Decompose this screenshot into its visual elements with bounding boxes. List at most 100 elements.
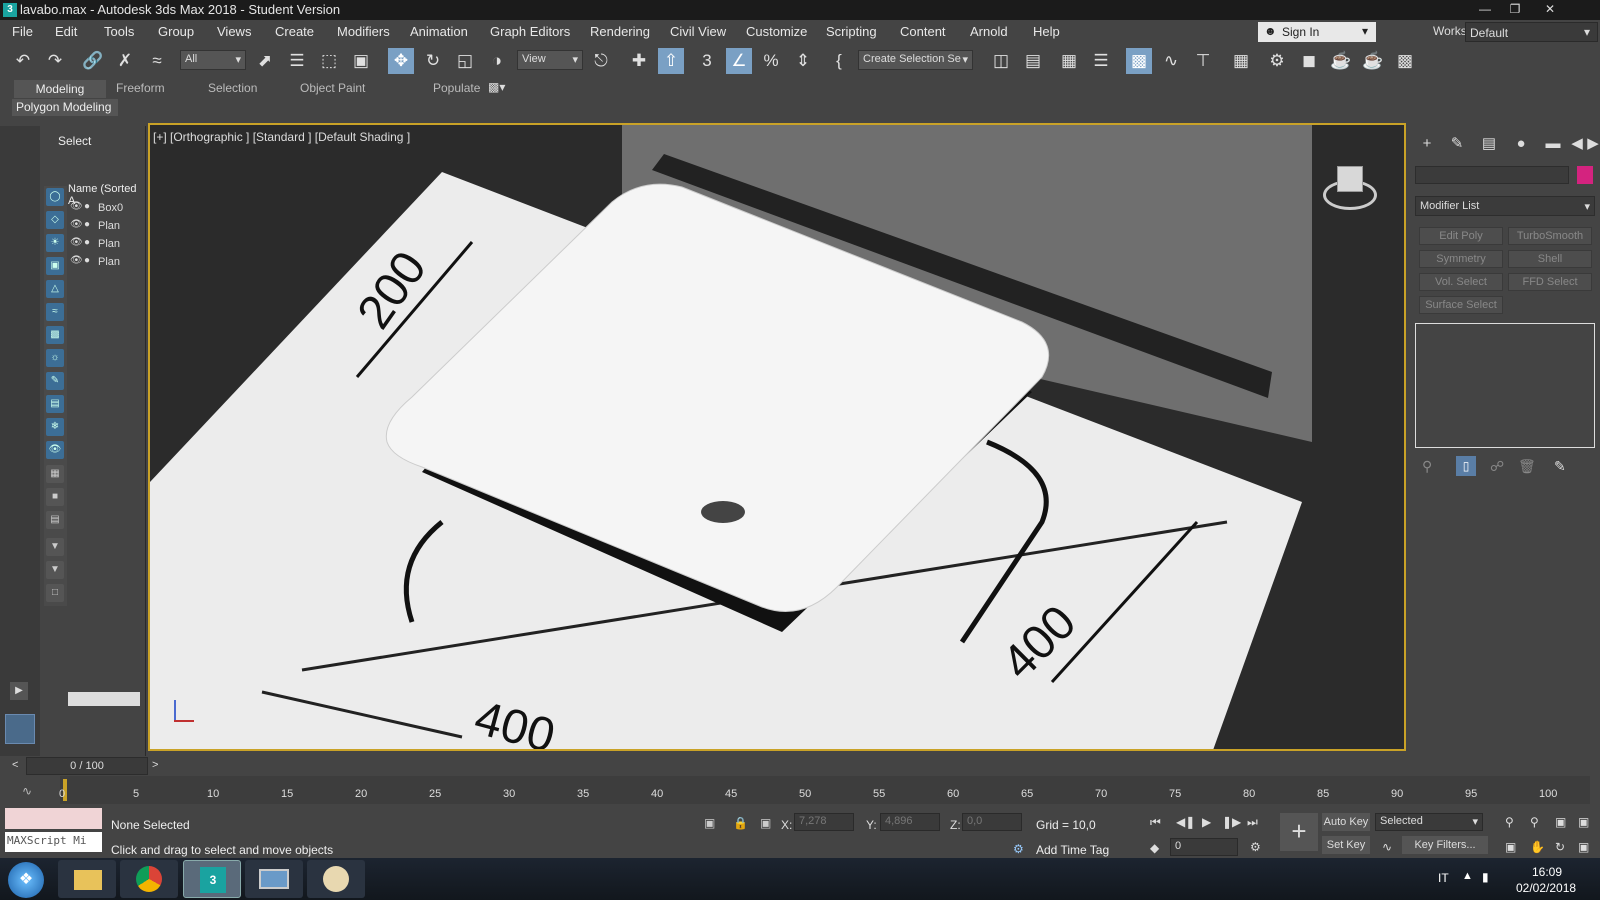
- viewport-label[interactable]: [+] [Orthographic ] [Standard ] [Default…: [153, 130, 410, 144]
- tab-object-paint[interactable]: Object Paint: [300, 81, 365, 99]
- schematic-view-icon[interactable]: ⊤: [1190, 48, 1216, 74]
- angle-snap-icon[interactable]: ∠: [726, 48, 752, 74]
- menu-views[interactable]: Views: [217, 24, 251, 39]
- display-tab-icon[interactable]: ▬: [1542, 133, 1564, 155]
- make-unique-icon[interactable]: ☍: [1490, 458, 1504, 475]
- scroll-right-icon[interactable]: ▶: [1582, 133, 1600, 155]
- menu-help[interactable]: Help: [1033, 24, 1060, 39]
- modifier-stack[interactable]: [1415, 323, 1595, 448]
- surface-select-button[interactable]: Surface Select: [1419, 296, 1503, 314]
- cameras-filter-icon[interactable]: ▣: [46, 257, 64, 275]
- restore-button[interactable]: ❐: [1500, 0, 1530, 18]
- modify-tab-icon[interactable]: ✎: [1446, 133, 1468, 155]
- window-crossing-icon[interactable]: ▣: [348, 48, 374, 74]
- tab-selection[interactable]: Selection: [208, 81, 257, 99]
- horizontal-scrollbar[interactable]: [68, 692, 140, 706]
- isolate-selection-icon[interactable]: ▣: [704, 816, 715, 830]
- y-coordinate-field[interactable]: 4,896: [880, 813, 940, 831]
- menu-graph-editors[interactable]: Graph Editors: [490, 24, 570, 39]
- configure-modifier-sets-icon[interactable]: ✎: [1554, 458, 1566, 475]
- close-button[interactable]: ✕: [1530, 0, 1570, 18]
- maxscript-listener-output[interactable]: [5, 808, 102, 829]
- eye-icon[interactable]: 👁: [70, 219, 83, 230]
- zoom-icon[interactable]: ⚲: [1505, 815, 1514, 829]
- menu-animation[interactable]: Animation: [410, 24, 468, 39]
- bind-space-warp-icon[interactable]: ≈: [144, 48, 170, 74]
- edit-poly-button[interactable]: Edit Poly: [1419, 227, 1503, 245]
- set-keys-icon[interactable]: +: [1280, 813, 1318, 851]
- file-explorer-icon[interactable]: [58, 860, 116, 898]
- chrome-icon[interactable]: [120, 860, 178, 898]
- menu-scripting[interactable]: Scripting: [826, 24, 877, 39]
- lock-selection-icon[interactable]: 🔒: [733, 816, 748, 830]
- object-color-swatch[interactable]: [1577, 166, 1593, 184]
- remove-modifier-icon[interactable]: 🗑: [1518, 458, 1536, 475]
- keyboard-shortcut-override-icon[interactable]: ⇧: [658, 48, 684, 74]
- invert-display-icon[interactable]: ▤: [46, 511, 64, 529]
- render-iterative-icon[interactable]: ☕: [1360, 48, 1386, 74]
- reference-coordinate-dropdown[interactable]: View ▾: [517, 50, 583, 70]
- clock-date[interactable]: 02/02/2018: [1516, 881, 1576, 895]
- viewcube-icon[interactable]: [1315, 160, 1385, 220]
- time-tag-icon[interactable]: ⚙: [1013, 842, 1024, 856]
- selection-filter-dropdown[interactable]: All ▾: [180, 50, 246, 70]
- start-button[interactable]: ❖: [8, 862, 44, 898]
- tab-freeform[interactable]: Freeform: [116, 81, 165, 99]
- pivot-center-icon[interactable]: ⎋: [588, 48, 614, 74]
- layer-manager-icon[interactable]: ☰: [1088, 48, 1114, 74]
- mini-curve-editor-icon[interactable]: ∿: [22, 784, 32, 798]
- go-to-end-icon[interactable]: ⏭: [1247, 815, 1258, 830]
- menu-edit[interactable]: Edit: [55, 24, 77, 39]
- menu-content[interactable]: Content: [900, 24, 946, 39]
- pin-stack-icon[interactable]: ⚲: [1422, 458, 1432, 475]
- select-by-name-icon[interactable]: ☰: [284, 48, 310, 74]
- pan-icon[interactable]: ✋: [1530, 840, 1545, 854]
- list-item[interactable]: 👁 ● Box0: [68, 199, 140, 217]
- named-selection-dropdown[interactable]: Create Selection Se ▾: [858, 50, 973, 70]
- vol-select-button[interactable]: Vol. Select: [1419, 273, 1503, 291]
- set-key-button[interactable]: Set Key: [1322, 836, 1370, 854]
- play-icon[interactable]: ▶: [1202, 815, 1211, 829]
- menu-rendering[interactable]: Rendering: [590, 24, 650, 39]
- unlink-icon[interactable]: ✗: [112, 48, 138, 74]
- ribbon-options-icon[interactable]: ▩▾: [488, 80, 505, 98]
- lights-filter-icon[interactable]: ☀: [46, 234, 64, 252]
- select-manipulate-icon[interactable]: ✚: [626, 48, 652, 74]
- mirror-icon[interactable]: ◫: [988, 48, 1014, 74]
- menu-file[interactable]: File: [12, 24, 33, 39]
- filter-toggle-icon[interactable]: ▼: [46, 561, 64, 579]
- list-item[interactable]: 👁 ● Plan: [68, 235, 140, 253]
- zoom-extents-icon[interactable]: ▣: [1555, 815, 1566, 829]
- spinner-snap-icon[interactable]: ⇕: [790, 48, 816, 74]
- menu-group[interactable]: Group: [158, 24, 194, 39]
- photo-viewer-icon[interactable]: [245, 860, 303, 898]
- clock-time[interactable]: 16:09: [1532, 865, 1562, 879]
- shell-button[interactable]: Shell: [1508, 250, 1592, 268]
- render-production-icon[interactable]: ☕: [1328, 48, 1354, 74]
- orbit-icon[interactable]: ↻: [1555, 840, 1565, 854]
- symmetry-button[interactable]: Symmetry: [1419, 250, 1503, 268]
- edit-named-selection-icon[interactable]: {: [826, 48, 852, 74]
- minimize-button[interactable]: —: [1470, 0, 1500, 18]
- hidden-filter-icon[interactable]: 👁: [46, 441, 64, 459]
- viewport-layout-icon[interactable]: [5, 714, 35, 744]
- key-mode-icon[interactable]: ◆: [1150, 841, 1159, 855]
- frozen-filter-icon[interactable]: ❄: [46, 418, 64, 436]
- motion-tab-icon[interactable]: ●: [1510, 133, 1532, 155]
- default-in-out-tangent-icon[interactable]: ∿: [1382, 840, 1392, 854]
- absolute-mode-icon[interactable]: ▣: [760, 816, 771, 830]
- undo-icon[interactable]: ↶: [10, 48, 36, 74]
- hierarchy-tab-icon[interactable]: ▤: [1478, 133, 1500, 155]
- add-time-tag[interactable]: Add Time Tag: [1036, 843, 1109, 857]
- menu-arnold[interactable]: Arnold: [970, 24, 1008, 39]
- select-and-move-icon[interactable]: ✥: [388, 48, 414, 74]
- sign-in-dropdown[interactable]: ☻ Sign In ▾: [1258, 22, 1376, 42]
- x-coordinate-field[interactable]: 7,278: [794, 813, 854, 831]
- turbosmooth-button[interactable]: TurboSmooth: [1508, 227, 1592, 245]
- time-slider[interactable]: 0 / 100: [26, 757, 148, 775]
- list-item[interactable]: 👁 ● Plan: [68, 253, 140, 271]
- list-item[interactable]: 👁 ● Plan: [68, 217, 140, 235]
- material-editor-icon[interactable]: ▦: [1228, 48, 1254, 74]
- maxscript-mini-listener[interactable]: MAXScript Mi: [5, 832, 102, 852]
- zoom-all-icon[interactable]: ⚲: [1530, 815, 1539, 829]
